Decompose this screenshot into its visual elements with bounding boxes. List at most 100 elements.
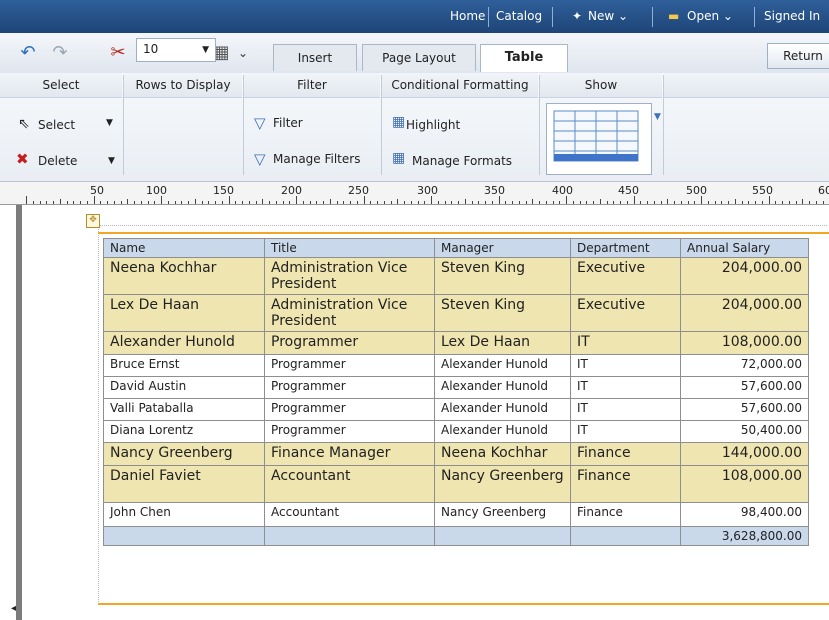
employee-table[interactable]: Name Title Manager Department Annual Sal… (103, 238, 809, 546)
table-row[interactable]: Neena Kochhar Administration Vice Preside… (103, 257, 809, 295)
tab-page-layout[interactable]: Page Layout (362, 44, 476, 71)
cell-name[interactable]: Valli Pataballa (103, 398, 265, 421)
table-row[interactable]: Daniel Faviet Accountant Nancy Greenberg Fi… (103, 465, 809, 503)
cell-title[interactable]: Programmer (264, 398, 435, 421)
cell-department[interactable]: IT (570, 398, 681, 421)
cell-department[interactable]: IT (570, 354, 681, 377)
table-row[interactable]: John Chen Accountant Nancy Greenberg Financ… (103, 502, 809, 527)
ruler-tick (154, 201, 155, 204)
resize-handle-icon[interactable]: ◂ (11, 603, 16, 614)
table-row[interactable]: Alexander Hunold Programmer Lex De Haan IT 1… (103, 331, 809, 355)
ruler-tick (789, 201, 790, 204)
cell-name[interactable]: Lex De Haan (103, 294, 265, 332)
select-button[interactable]: Select (38, 118, 75, 132)
cell-title[interactable]: Administration Vice President (264, 257, 435, 295)
cell-name[interactable]: Daniel Faviet (103, 465, 265, 503)
cell-salary[interactable]: 144,000.00 (680, 442, 809, 466)
ruler-label: 450 (618, 184, 639, 197)
cell-salary[interactable]: 57,600.00 (680, 398, 809, 421)
cell-manager[interactable]: Steven King (434, 294, 571, 332)
ruler-label: 100 (146, 184, 167, 197)
cut-icon[interactable]: ✂ (106, 41, 130, 65)
cell-department[interactable]: IT (570, 376, 681, 399)
cell-manager[interactable]: Alexander Hunold (434, 354, 571, 377)
cell-salary[interactable]: 108,000.00 (680, 331, 809, 355)
ruler-tick (593, 201, 594, 204)
column-header-salary[interactable]: Annual Salary (680, 238, 809, 258)
cell-department[interactable]: Executive (570, 257, 681, 295)
ruler-tick (114, 201, 115, 204)
open-menu[interactable]: Open ⌄ (687, 9, 733, 23)
signed-in-menu[interactable]: Signed In (764, 9, 820, 23)
return-button[interactable]: Return (767, 43, 829, 69)
undo-icon[interactable]: ↶ (16, 41, 40, 65)
chevron-down-icon[interactable]: ⌄ (231, 41, 255, 65)
catalog-link[interactable]: Catalog (496, 9, 542, 23)
cell-department[interactable]: Finance (570, 442, 681, 466)
delete-button[interactable]: Delete (38, 154, 77, 168)
highlight-button[interactable]: Highlight (406, 118, 460, 132)
divider (552, 7, 553, 27)
cell-title[interactable]: Programmer (264, 376, 435, 399)
cell-manager[interactable]: Alexander Hunold (434, 398, 571, 421)
show-layout-picker[interactable] (546, 103, 652, 175)
cell-salary[interactable]: 50,400.00 (680, 420, 809, 443)
cell-department[interactable]: Finance (570, 465, 681, 503)
cell-salary[interactable]: 204,000.00 (680, 257, 809, 295)
cell-salary[interactable]: 72,000.00 (680, 354, 809, 377)
table-row[interactable]: Lex De Haan Administration Vice President… (103, 294, 809, 332)
ruler-tick (397, 199, 398, 204)
table-row[interactable]: Bruce Ernst Programmer Alexander Hunold IT 7… (103, 354, 809, 377)
table-row[interactable]: David Austin Programmer Alexander Hunold IT… (103, 376, 809, 399)
tab-table[interactable]: Table (480, 44, 568, 72)
cell-department[interactable]: IT (570, 420, 681, 443)
tab-insert[interactable]: Insert (273, 44, 357, 71)
cell-department[interactable]: Executive (570, 294, 681, 332)
cell-manager[interactable]: Lex De Haan (434, 331, 571, 355)
cell-title[interactable]: Programmer (264, 354, 435, 377)
cell-manager[interactable]: Nancy Greenberg (434, 502, 571, 527)
column-header-department[interactable]: Department (570, 238, 681, 258)
cell-salary[interactable]: 204,000.00 (680, 294, 809, 332)
home-link[interactable]: Home (450, 9, 485, 23)
cell-title[interactable]: Accountant (264, 502, 435, 527)
cell-manager[interactable]: Nancy Greenberg (434, 465, 571, 503)
select-dropdown-arrow-icon[interactable]: ▼ (106, 118, 113, 128)
cell-salary[interactable]: 108,000.00 (680, 465, 809, 503)
cell-title[interactable]: Programmer (264, 331, 435, 355)
chevron-down-icon[interactable]: ▼ (654, 112, 661, 122)
column-header-manager[interactable]: Manager (434, 238, 571, 258)
cell-name[interactable]: Diana Lorentz (103, 420, 265, 443)
cell-title[interactable]: Administration Vice President (264, 294, 435, 332)
column-header-name[interactable]: Name (103, 238, 265, 258)
delete-dropdown-arrow-icon[interactable]: ▼ (108, 156, 115, 166)
cell-title[interactable]: Finance Manager (264, 442, 435, 466)
cell-name[interactable]: David Austin (103, 376, 265, 399)
cell-salary[interactable]: 98,400.00 (680, 502, 809, 527)
cell-name[interactable]: Nancy Greenberg (103, 442, 265, 466)
rows-to-display-select[interactable]: 10 ▼ (136, 38, 216, 62)
cell-department[interactable]: IT (570, 331, 681, 355)
new-menu[interactable]: New ⌄ (588, 9, 628, 23)
cell-name[interactable]: Neena Kochhar (103, 257, 265, 295)
redo-icon[interactable]: ↷ (48, 41, 72, 65)
cell-manager[interactable]: Alexander Hunold (434, 420, 571, 443)
cell-manager[interactable]: Alexander Hunold (434, 376, 571, 399)
table-row[interactable]: Diana Lorentz Programmer Alexander Hunold I… (103, 420, 809, 443)
table-row[interactable]: Nancy Greenberg Finance Manager Neena Koch… (103, 442, 809, 466)
cell-manager[interactable]: Steven King (434, 257, 571, 295)
cell-title[interactable]: Programmer (264, 420, 435, 443)
manage-formats-button[interactable]: Manage Formats (412, 154, 512, 168)
cell-title[interactable]: Accountant (264, 465, 435, 503)
filter-button[interactable]: Filter (273, 116, 303, 130)
cell-manager[interactable]: Neena Kochhar (434, 442, 571, 466)
cell-name[interactable]: Alexander Hunold (103, 331, 265, 355)
cell-salary[interactable]: 57,600.00 (680, 376, 809, 399)
manage-filters-button[interactable]: Manage Filters (273, 152, 360, 166)
cell-department[interactable]: Finance (570, 502, 681, 527)
column-header-title[interactable]: Title (264, 238, 435, 258)
cell-name[interactable]: John Chen (103, 502, 265, 527)
move-handle-icon[interactable]: ✥ (86, 214, 100, 228)
cell-name[interactable]: Bruce Ernst (103, 354, 265, 377)
table-row[interactable]: Valli Pataballa Programmer Alexander Hunol… (103, 398, 809, 421)
